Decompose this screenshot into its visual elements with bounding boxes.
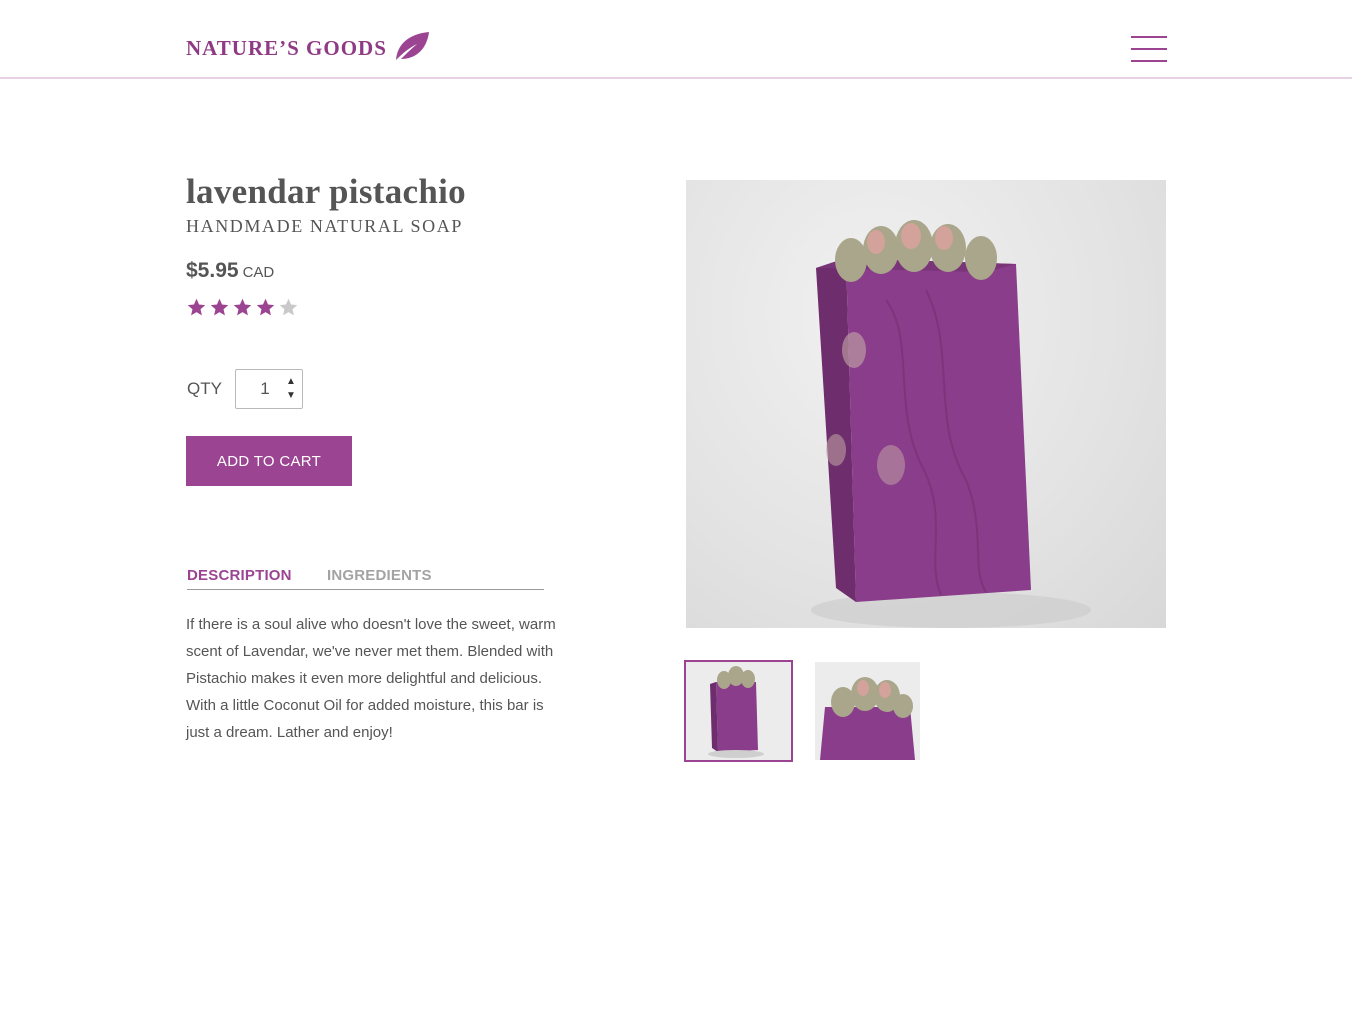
quantity-stepper[interactable]: 1 ▲ ▼ bbox=[235, 369, 303, 409]
decrement-arrow-icon[interactable]: ▼ bbox=[286, 391, 296, 401]
star-rating bbox=[186, 297, 299, 318]
logo[interactable]: NATURE’S GOODS bbox=[186, 28, 430, 62]
product-thumbnail-2[interactable] bbox=[815, 662, 920, 760]
product-tabs: DESCRIPTION INGREDIENTS bbox=[187, 566, 544, 590]
add-to-cart-button[interactable]: ADD TO CART bbox=[186, 436, 352, 486]
product-title: lavendar pistachio bbox=[186, 172, 466, 211]
price-amount: $5.95 bbox=[186, 259, 239, 282]
product-thumbnail-1[interactable] bbox=[684, 660, 793, 762]
star-icon bbox=[187, 298, 206, 316]
product-main-image bbox=[686, 180, 1166, 628]
star-icon bbox=[233, 298, 252, 316]
tab-ingredients[interactable]: INGREDIENTS bbox=[327, 567, 432, 584]
qty-label: QTY bbox=[187, 379, 222, 398]
product-price: $5.95 CAD bbox=[186, 259, 274, 283]
product-subtitle: HANDMADE NATURAL SOAP bbox=[186, 216, 463, 236]
top-bar: NATURE’S GOODS bbox=[0, 0, 1352, 79]
increment-arrow-icon[interactable]: ▲ bbox=[286, 377, 296, 387]
star-icon bbox=[210, 298, 229, 316]
product-description: If there is a soul alive who doesn't lov… bbox=[186, 616, 556, 741]
star-icon bbox=[279, 298, 298, 316]
price-currency: CAD bbox=[242, 264, 275, 281]
hamburger-menu-icon[interactable] bbox=[1131, 36, 1167, 62]
tab-description[interactable]: DESCRIPTION bbox=[187, 567, 292, 584]
logo-text: NATURE’S GOODS bbox=[186, 36, 387, 60]
star-icon bbox=[256, 298, 275, 316]
leaf-icon bbox=[395, 32, 429, 60]
